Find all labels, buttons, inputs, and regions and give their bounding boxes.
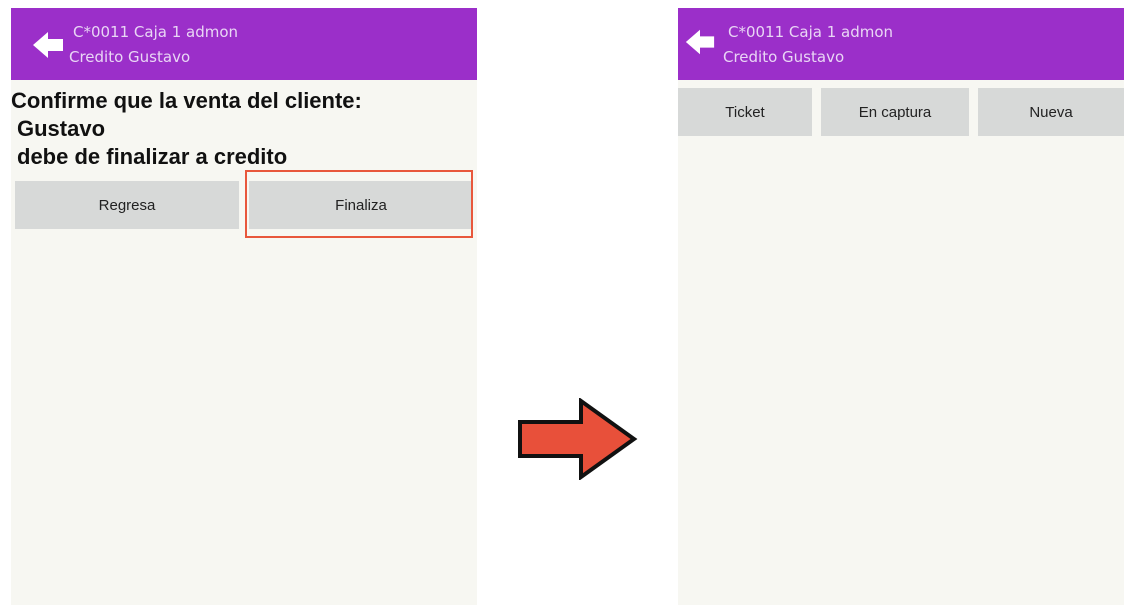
regresa-button[interactable]: Regresa xyxy=(15,181,239,229)
app-bar: C*0011 Caja 1 admon Credito Gustavo xyxy=(678,8,1124,80)
finaliza-button[interactable]: Finaliza xyxy=(249,181,473,229)
nueva-button[interactable]: Nueva xyxy=(978,88,1124,136)
app-bar-title: C*0011 Caja 1 admon xyxy=(728,23,894,41)
right-phone-screen: C*0011 Caja 1 admon Credito Gustavo Tick… xyxy=(678,8,1124,605)
app-bar-subtitle: Credito Gustavo xyxy=(69,48,191,66)
app-bar-subtitle: Credito Gustavo xyxy=(723,48,845,66)
arrow-right-icon xyxy=(518,398,638,480)
confirm-message-customer: Gustavo xyxy=(17,116,106,141)
ticket-button[interactable]: Ticket xyxy=(678,88,812,136)
arrow-left-icon[interactable] xyxy=(31,28,65,62)
confirm-message-line1: Confirme que la venta del cliente: xyxy=(11,88,362,113)
left-phone-screen: C*0011 Caja 1 admon Credito Gustavo Conf… xyxy=(11,8,477,605)
en-captura-button[interactable]: En captura xyxy=(821,88,969,136)
confirm-message-line3: debe de finalizar a credito xyxy=(17,144,288,169)
arrow-left-icon[interactable] xyxy=(684,26,716,58)
app-bar: C*0011 Caja 1 admon Credito Gustavo xyxy=(11,8,477,80)
app-bar-title: C*0011 Caja 1 admon xyxy=(73,23,239,41)
